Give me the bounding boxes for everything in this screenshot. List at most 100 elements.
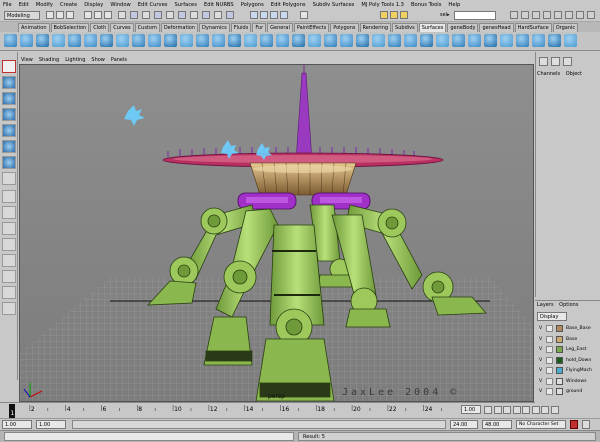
layer-color-swatch[interactable] (556, 377, 563, 385)
open-scene-icon[interactable] (56, 11, 64, 19)
shelf-tool-icon[interactable] (532, 34, 545, 47)
shelf-tool-icon[interactable] (164, 34, 177, 47)
layers-menu-item[interactable]: Layers (537, 302, 554, 308)
manipulator-icon[interactable] (2, 156, 16, 169)
menu-mj-poly-tools-1-3[interactable]: MJ Poly Tools 1.3 (361, 2, 404, 8)
shelf-tab-bobselection[interactable]: BobSelection (50, 23, 90, 32)
shelf-tool-icon[interactable] (420, 34, 433, 47)
shelf-tab-genebody[interactable]: geneBody (447, 23, 479, 32)
menu-bonus-tools[interactable]: Bonus Tools (411, 2, 441, 8)
layer-template-toggle[interactable] (546, 388, 553, 395)
select-object-icon[interactable] (94, 11, 102, 19)
panel-menu-view[interactable]: View (21, 57, 33, 63)
rotate-tool-icon[interactable] (2, 124, 16, 137)
paint-select-icon[interactable] (2, 92, 16, 105)
play-back-icon[interactable] (512, 406, 521, 414)
range-bar[interactable] (72, 420, 446, 429)
save-scene-icon[interactable] (66, 11, 74, 19)
layer-visibility-toggle[interactable]: V (539, 356, 542, 365)
menu-surfaces[interactable]: Surfaces (174, 2, 196, 8)
shelf-tool-icon[interactable] (4, 34, 17, 47)
select-component-icon[interactable] (104, 11, 112, 19)
panel-menu-panels[interactable]: Panels (111, 57, 127, 63)
scale-tool-icon[interactable] (2, 140, 16, 153)
shelf-tool-icon[interactable] (324, 34, 337, 47)
shelf-tool-icon[interactable] (84, 34, 97, 47)
current-frame-field[interactable]: 1.00 (461, 405, 481, 414)
shelf-tool-icon[interactable] (404, 34, 417, 47)
menu-display[interactable]: Display (84, 2, 103, 8)
shelf-tool-icon[interactable] (36, 34, 49, 47)
shelf-tab-fluids[interactable]: Fluids (230, 23, 252, 32)
shelf-tab-surfaces[interactable]: Surfaces (418, 23, 447, 32)
shelf-tool-icon[interactable] (276, 34, 289, 47)
layer-visibility-toggle[interactable]: V (539, 387, 542, 396)
menu-help[interactable]: Help (448, 2, 460, 8)
panel-layout-icon[interactable] (587, 11, 595, 19)
hypershade-view-icon[interactable] (2, 254, 16, 267)
layer-visibility-toggle[interactable]: V (539, 324, 542, 333)
shelf-tool-icon[interactable] (196, 34, 209, 47)
menu-edit[interactable]: Edit (19, 2, 29, 8)
snap-grid-icon[interactable] (250, 11, 258, 19)
shelf-tab-dynamics[interactable]: Dynamics (199, 23, 230, 32)
layer-row[interactable]: Vhold_Down (537, 356, 599, 365)
selection-mask-icon[interactable] (142, 11, 150, 19)
layer-row[interactable]: V Base (537, 335, 599, 344)
selection-mask-icon[interactable] (190, 11, 198, 19)
shelf-tool-icon[interactable] (100, 34, 113, 47)
layer-template-toggle[interactable] (546, 335, 553, 343)
panel-layout-icon[interactable] (565, 11, 573, 19)
select-hierarchy-icon[interactable] (84, 11, 92, 19)
shelf-tool-icon[interactable] (244, 34, 257, 47)
layer-visibility-toggle[interactable]: V (539, 377, 542, 386)
menu-file[interactable]: File (3, 2, 12, 8)
menu-subdiv-surfaces[interactable]: Subdiv Surfaces (313, 2, 355, 8)
layer-display-dropdown[interactable]: Display (537, 312, 567, 321)
outliner-view-icon[interactable] (2, 222, 16, 235)
panel-menu-shading[interactable]: Shading (39, 57, 59, 63)
selection-mask-icon[interactable] (166, 11, 174, 19)
shelf-tool-icon[interactable] (228, 34, 241, 47)
prefs-icon[interactable] (582, 420, 590, 429)
panel-layout-icon[interactable] (521, 11, 529, 19)
layer-row[interactable]: V Windows (537, 377, 599, 386)
layer-template-toggle[interactable] (546, 356, 553, 364)
layer-template-toggle[interactable] (546, 325, 553, 332)
start-time-field[interactable]: 1.00 (2, 420, 32, 429)
shelf-tab-custom[interactable]: Custom (134, 23, 160, 32)
playback-start-field[interactable]: 1.00 (36, 420, 66, 429)
selection-mask-icon[interactable] (154, 11, 162, 19)
panel-menu-show[interactable]: Show (91, 57, 105, 63)
mel-input[interactable] (4, 432, 294, 441)
play-forward-icon[interactable] (522, 406, 530, 414)
layer-color-swatch[interactable] (556, 346, 563, 353)
graph-view-icon[interactable] (2, 238, 16, 251)
persp-graph-icon[interactable] (2, 270, 16, 283)
layer-color-swatch[interactable] (556, 367, 563, 374)
shelf-tab-cloth[interactable]: Cloth (90, 23, 110, 32)
shelf-tool-icon[interactable] (212, 34, 225, 47)
auto-key-icon[interactable] (570, 420, 578, 429)
layer-color-swatch[interactable] (556, 356, 563, 364)
shelf-tool-icon[interactable] (260, 34, 273, 47)
shelf-tab-hardsurface[interactable]: HardSurface (514, 23, 552, 32)
tool-settings-toggle-icon[interactable] (563, 57, 572, 66)
shelf-tool-icon[interactable] (372, 34, 385, 47)
shelf-tab-general[interactable]: General (267, 23, 293, 32)
four-view-icon[interactable] (2, 206, 16, 219)
attribute-editor-toggle-icon[interactable] (551, 57, 560, 66)
select-tool-icon[interactable] (2, 60, 16, 73)
shelf-tab-curves[interactable]: Curves (110, 23, 134, 32)
shelf-tab-animation[interactable]: Animation (18, 23, 50, 32)
menu-window[interactable]: Window (110, 2, 130, 8)
menu-modify[interactable]: Modify (36, 2, 53, 8)
shelf-tool-icon[interactable] (308, 34, 321, 47)
options-menu-item[interactable]: Options (559, 302, 578, 308)
panel-layout-icon[interactable] (554, 11, 562, 19)
history-icon[interactable] (300, 11, 308, 19)
shelf-tool-icon[interactable] (356, 34, 369, 47)
layer-color-swatch[interactable] (556, 335, 563, 343)
selection-mask-icon[interactable] (214, 11, 222, 19)
shelf-tool-icon[interactable] (340, 34, 353, 47)
